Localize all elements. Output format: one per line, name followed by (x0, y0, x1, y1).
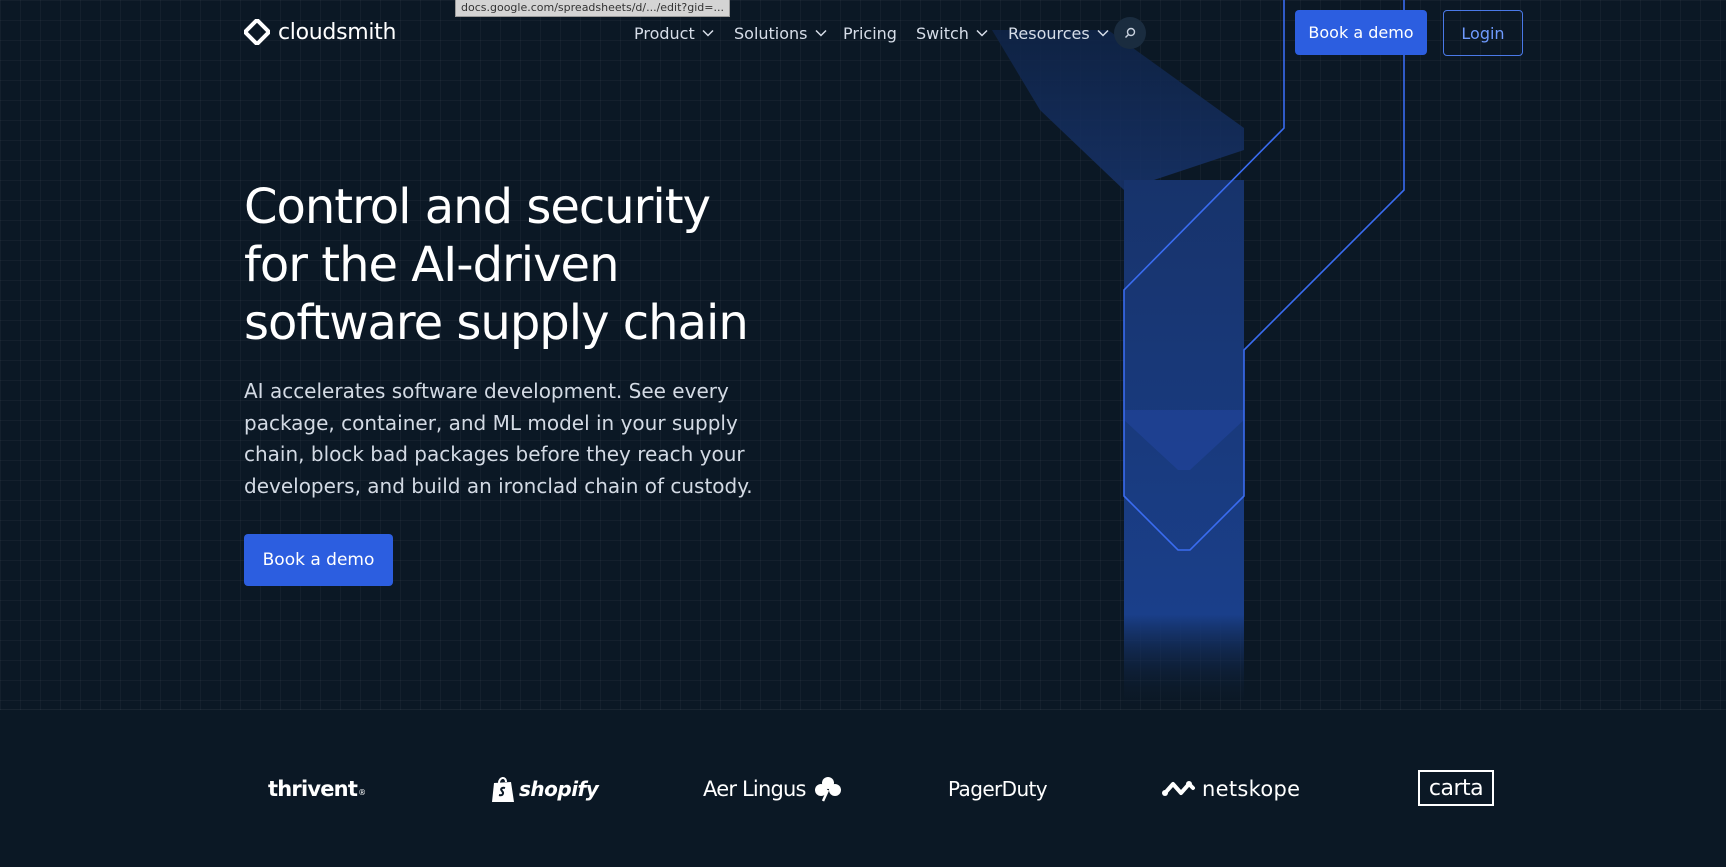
nav-item-switch[interactable]: Switch (916, 20, 988, 46)
netskope-wave-icon (1162, 781, 1195, 796)
nav-item-product[interactable]: Product (634, 20, 714, 46)
nav-item-label: Pricing (843, 23, 897, 43)
hero-title: Control and security for the AI-driven s… (244, 178, 864, 352)
hero-subtitle-line: chain, block bad packages before they re… (244, 442, 745, 466)
nav-item-label: Resources (1008, 23, 1090, 43)
beam-diagonal (992, 30, 1244, 190)
shopify-logo: shopify (491, 768, 599, 810)
aer-lingus-wordmark: Aer Lingus (703, 777, 806, 801)
hero-section (0, 0, 1726, 710)
nav-item-solutions[interactable]: Solutions (734, 20, 827, 46)
shopify-wordmark: shopify (519, 777, 599, 801)
brand-logo[interactable]: cloudsmith (244, 17, 396, 47)
pagerduty-wordmark: PagerDuty (948, 777, 1048, 801)
netskope-wordmark: netskope (1202, 777, 1301, 801)
hero-title-line: for the AI-driven (244, 237, 619, 293)
circuit-graphic (992, 0, 1405, 710)
hero-subtitle: AI accelerates software development. See… (244, 376, 804, 502)
carta-logo: carta (1418, 770, 1494, 806)
thrivent-logo: thrivent ® (268, 768, 366, 810)
login-button[interactable]: Login (1443, 10, 1523, 56)
book-demo-button[interactable]: Book a demo (1295, 10, 1427, 55)
aer-lingus-logo: Aer Lingus (703, 768, 842, 810)
thrivent-wordmark: thrivent (268, 777, 358, 801)
cloudsmith-diamond-icon (244, 19, 270, 45)
pagerduty-logo: PagerDuty (948, 768, 1048, 810)
hero-book-demo-button[interactable]: Book a demo (244, 534, 393, 586)
nav-item-label: Product (634, 23, 695, 43)
nav-item-pricing[interactable]: Pricing (843, 20, 897, 46)
registered-mark: ® (358, 787, 366, 797)
carta-wordmark: carta (1428, 775, 1484, 801)
chevron-down-icon (1097, 29, 1109, 37)
chevron-down-icon (976, 29, 988, 37)
nav-item-label: Switch (916, 23, 969, 43)
search-icon (1125, 27, 1136, 38)
brand-name: cloudsmith (278, 19, 397, 45)
status-url-tooltip: docs.google.com/spreadsheets/d/.../edit?… (455, 0, 730, 17)
search-button[interactable] (1114, 17, 1146, 49)
chevron-down-icon (814, 29, 827, 37)
nav-item-label: Solutions (734, 23, 808, 43)
hero-title-line: software supply chain (244, 295, 749, 351)
hero-subtitle-line: developers, and build an ironclad chain … (244, 473, 753, 498)
hero-subtitle-line: package, container, and ML model in your… (244, 410, 738, 435)
hero-title-line: Control and security (244, 179, 711, 235)
hero-subtitle-line: AI accelerates software development. See… (244, 379, 729, 403)
netskope-logo: netskope (1162, 768, 1300, 810)
chevron-down-icon (702, 29, 714, 37)
nav-item-resources[interactable]: Resources (1008, 20, 1109, 46)
shopping-bag-icon (492, 777, 514, 802)
shamrock-icon (814, 777, 841, 802)
